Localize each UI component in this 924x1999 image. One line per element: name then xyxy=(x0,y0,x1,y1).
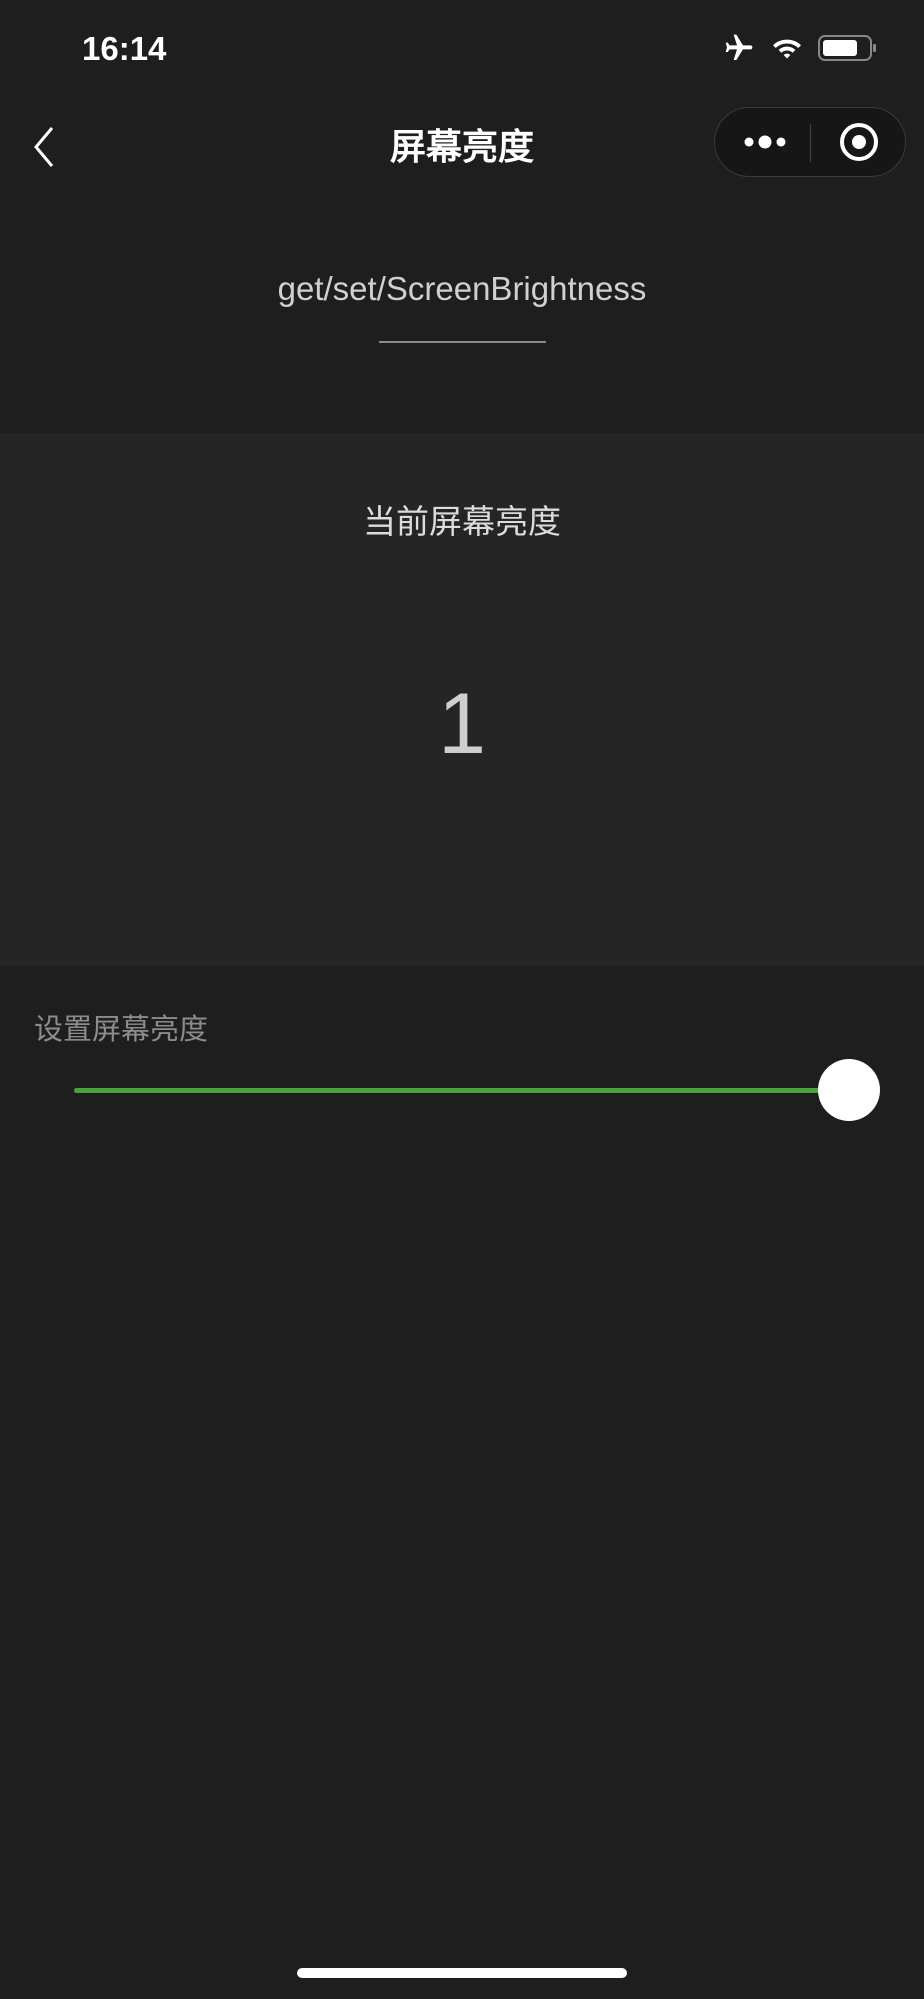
status-time: 16:14 xyxy=(82,30,167,67)
brightness-slider-track[interactable] xyxy=(74,1088,849,1093)
divider xyxy=(379,341,546,343)
brightness-slider-thumb[interactable] xyxy=(818,1059,880,1121)
airplane-icon xyxy=(725,34,753,60)
target-circle-icon[interactable] xyxy=(839,122,879,162)
capsule-menu xyxy=(714,107,906,177)
more-dots-icon[interactable] xyxy=(743,130,789,154)
api-name: get/set/ScreenBrightness xyxy=(277,270,647,307)
home-indicator xyxy=(297,1968,627,1978)
set-brightness-label: 设置屏幕亮度 xyxy=(34,1012,209,1046)
capsule-divider xyxy=(810,124,811,162)
wifi-icon xyxy=(773,39,801,59)
status-icons xyxy=(722,32,878,64)
battery-icon xyxy=(818,35,876,61)
current-brightness-label: 当前屏幕亮度 xyxy=(363,502,561,541)
current-brightness-value: 1 xyxy=(438,676,486,772)
